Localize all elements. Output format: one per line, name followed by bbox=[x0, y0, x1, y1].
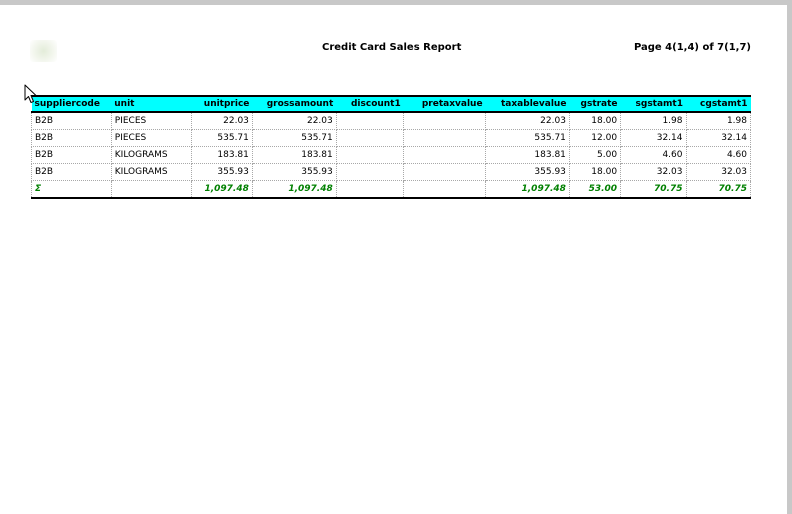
cell-pretaxvalue bbox=[403, 163, 487, 181]
cell-taxablevalue: 183.81 bbox=[485, 146, 570, 164]
column-header-cgstamt1[interactable]: cgstamt1 bbox=[686, 95, 751, 113]
column-header-discount1[interactable]: discount1 bbox=[336, 95, 404, 113]
cell-discount1 bbox=[335, 111, 405, 130]
column-header-sgstamt1[interactable]: sgstamt1 bbox=[620, 95, 686, 113]
report-title: Credit Card Sales Report bbox=[322, 42, 462, 53]
cell-grossamount: 183.81 bbox=[251, 146, 337, 164]
cell-discount1 bbox=[335, 129, 405, 147]
cell-suppliercode: B2B bbox=[31, 129, 112, 147]
report-viewer: Credit Card Sales Report Page 4(1,4) of … bbox=[0, 0, 792, 514]
cell-unitprice: 183.81 bbox=[190, 146, 253, 164]
total-discount1 bbox=[335, 180, 405, 199]
cell-gstrate: 5.00 bbox=[568, 146, 622, 164]
column-header-suppliercode[interactable]: suppliercode bbox=[31, 95, 112, 113]
cell-taxablevalue: 355.93 bbox=[485, 163, 570, 181]
cell-discount1 bbox=[335, 163, 405, 181]
column-header-pretaxvalue[interactable]: pretaxvalue bbox=[403, 95, 486, 113]
company-logo bbox=[30, 40, 57, 62]
page-indicator: Page 4(1,4) of 7(1,7) bbox=[633, 42, 751, 53]
column-header-grossamount[interactable]: grossamount bbox=[252, 95, 337, 113]
cell-suppliercode: B2B bbox=[31, 111, 112, 130]
cell-pretaxvalue bbox=[403, 129, 487, 147]
cell-grossamount: 355.93 bbox=[251, 163, 337, 181]
cell-sgstamt1: 32.03 bbox=[620, 163, 687, 181]
cell-gstrate: 12.00 bbox=[568, 129, 622, 147]
cell-gstrate: 18.00 bbox=[568, 163, 622, 181]
cell-sgstamt1: 4.60 bbox=[620, 146, 687, 164]
column-header-taxablevalue[interactable]: taxablevalue bbox=[485, 95, 570, 113]
cell-unit: PIECES bbox=[110, 111, 192, 130]
cell-sgstamt1: 32.14 bbox=[620, 129, 687, 147]
cell-cgstamt1: 32.03 bbox=[685, 163, 751, 181]
total-sgstamt1: 70.75 bbox=[620, 180, 687, 199]
vertical-scrollbar[interactable] bbox=[787, 0, 792, 514]
column-header-unitprice[interactable]: unitprice bbox=[191, 95, 253, 113]
total-pretaxvalue bbox=[403, 180, 487, 199]
cell-unitprice: 22.03 bbox=[190, 111, 253, 130]
cell-cgstamt1: 4.60 bbox=[685, 146, 751, 164]
report-table: suppliercode unit unitprice grossamount … bbox=[31, 95, 751, 199]
total-gstrate: 53.00 bbox=[568, 180, 622, 199]
cell-unitprice: 355.93 bbox=[190, 163, 253, 181]
table-row: B2B PIECES 535.71 535.71 535.71 12.00 32… bbox=[31, 129, 751, 147]
cell-unit: PIECES bbox=[110, 129, 192, 147]
total-grossamount: 1,097.48 bbox=[251, 180, 337, 199]
cell-suppliercode: B2B bbox=[31, 163, 112, 181]
total-sum-symbol: Σ bbox=[31, 180, 112, 199]
total-unit bbox=[110, 180, 192, 199]
table-row: B2B KILOGRAMS 183.81 183.81 183.81 5.00 … bbox=[31, 146, 751, 164]
total-cgstamt1: 70.75 bbox=[685, 180, 751, 199]
table-row: B2B KILOGRAMS 355.93 355.93 355.93 18.00… bbox=[31, 163, 751, 181]
table-row: B2B PIECES 22.03 22.03 22.03 18.00 1.98 … bbox=[31, 111, 751, 130]
cell-discount1 bbox=[335, 146, 405, 164]
total-taxablevalue: 1,097.48 bbox=[485, 180, 570, 199]
cell-cgstamt1: 1.98 bbox=[685, 111, 751, 130]
cell-grossamount: 535.71 bbox=[251, 129, 337, 147]
column-header-unit[interactable]: unit bbox=[111, 95, 192, 113]
cell-cgstamt1: 32.14 bbox=[685, 129, 751, 147]
cell-pretaxvalue bbox=[403, 111, 487, 130]
cell-gstrate: 18.00 bbox=[568, 111, 622, 130]
table-header-row: suppliercode unit unitprice grossamount … bbox=[31, 95, 751, 113]
total-unitprice: 1,097.48 bbox=[190, 180, 253, 199]
cell-sgstamt1: 1.98 bbox=[620, 111, 687, 130]
column-header-gstrate[interactable]: gstrate bbox=[569, 95, 621, 113]
cell-unit: KILOGRAMS bbox=[110, 163, 192, 181]
cell-taxablevalue: 535.71 bbox=[485, 129, 570, 147]
cell-taxablevalue: 22.03 bbox=[485, 111, 570, 130]
top-border bbox=[0, 0, 792, 5]
cell-suppliercode: B2B bbox=[31, 146, 112, 164]
cell-pretaxvalue bbox=[403, 146, 487, 164]
cell-grossamount: 22.03 bbox=[251, 111, 337, 130]
mouse-pointer-icon bbox=[24, 84, 37, 103]
cell-unit: KILOGRAMS bbox=[110, 146, 192, 164]
total-row: Σ 1,097.48 1,097.48 1,097.48 53.00 70.75… bbox=[31, 180, 751, 199]
cell-unitprice: 535.71 bbox=[190, 129, 253, 147]
